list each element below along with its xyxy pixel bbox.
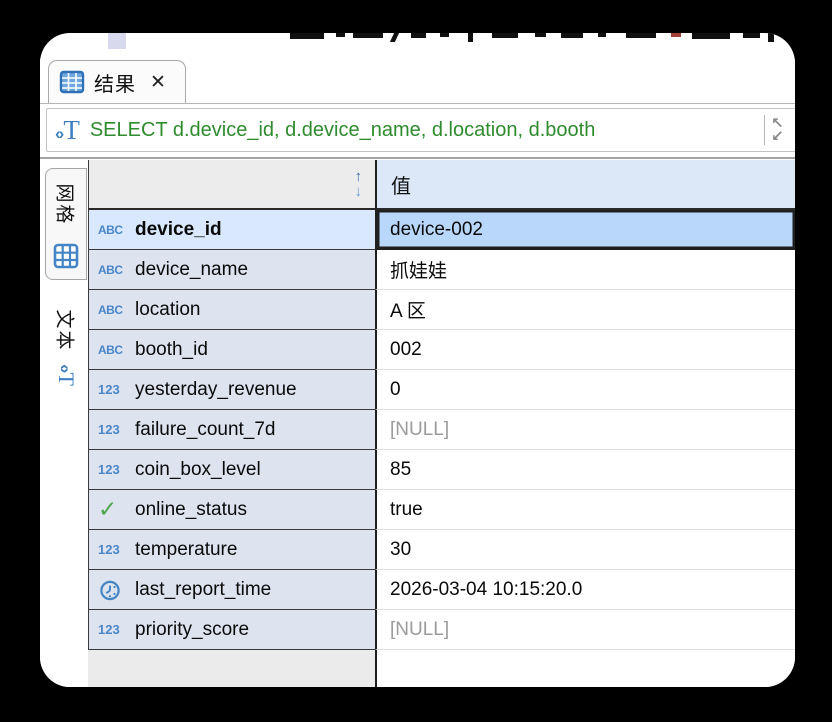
field-name-cell[interactable]: 123 temperature [88,530,375,570]
result-tabbar: 结果 ✕ [40,58,795,104]
field-name-cell[interactable]: ABC device_id [88,210,375,250]
field-name-cell[interactable]: 123 priority_score [88,610,375,650]
string-type-icon: ABC [98,343,135,357]
table-row[interactable]: ABC device_name 抓娃娃 [88,250,795,290]
clipped-scroll-remnant [108,33,126,49]
sort-icon[interactable]: ↑ ↓ [355,169,363,199]
number-type-icon: 123 [98,462,135,477]
field-name-label: yesterday_revenue [135,379,297,401]
presentation-sidebar: 网格 文本 ‹›T [40,159,88,687]
sql-text-icon: ‹›T [55,117,80,144]
field-value-text: 0 [390,379,401,401]
table-row[interactable]: 123 coin_box_level 85 [88,450,795,490]
field-name-cell[interactable]: 123 coin_box_level [88,450,375,490]
datetime-type-icon [98,578,135,602]
app-window: 结果 ✕ ‹›T SELECT d.device_id, d.device_na… [40,33,795,687]
number-type-icon: 123 [98,542,135,557]
number-type-icon: 123 [98,622,135,637]
value-column-header[interactable]: 值 [375,160,795,210]
field-name-label: location [135,299,201,321]
field-value-cell[interactable]: 0 [375,370,795,410]
table-row[interactable]: 123 yesterday_revenue 0 [88,370,795,410]
name-column-header[interactable]: ↑ ↓ [88,160,375,210]
number-type-icon: 123 [98,422,135,437]
field-value-text: 30 [390,539,411,561]
grid-header-row: ↑ ↓ 值 [88,160,795,210]
field-name-label: online_status [135,499,247,521]
boolean-type-icon: ✓ [98,498,135,521]
field-name-label: device_id [135,219,222,241]
sql-statement-bar[interactable]: ‹›T SELECT d.device_id, d.device_name, d… [46,108,795,152]
field-name-label: last_report_time [135,579,271,601]
panel-separator [40,157,795,159]
sidebar-tab-grid-label: 网格 [53,183,80,225]
string-type-icon: ABC [98,223,135,237]
table-row[interactable]: ABC location A 区 [88,290,795,330]
field-name-label: device_name [135,259,248,281]
field-value-text: [NULL] [390,619,449,641]
table-row[interactable]: 123 temperature 30 [88,530,795,570]
field-value-text: true [390,499,423,521]
field-value-text: [NULL] [390,419,449,441]
field-name-cell[interactable]: 123 failure_count_7d [88,410,375,450]
table-row[interactable]: 123 failure_count_7d [NULL] [88,410,795,450]
record-grid: ↑ ↓ 值 ABC device_id device-002 ABC devic… [88,160,795,687]
field-name-cell[interactable]: ✓ online_status [88,490,375,530]
field-value-cell[interactable]: 抓娃娃 [375,250,795,290]
string-type-icon: ABC [98,303,135,317]
value-column-header-label: 值 [391,170,411,199]
field-value-cell[interactable]: [NULL] [375,410,795,450]
field-name-label: coin_box_level [135,459,261,481]
tab-close-icon[interactable]: ✕ [150,73,166,92]
table-row[interactable]: last_report_time 2026-03-04 10:15:20.0 [88,570,795,610]
sqlbar-divider [764,115,766,145]
sql-text-icon: ‹›T [55,364,77,386]
table-row[interactable]: ✓ online_status true [88,490,795,530]
field-value-text: 2026-03-04 10:15:20.0 [390,579,582,601]
field-name-label: failure_count_7d [135,419,276,441]
string-type-icon: ABC [98,263,135,277]
table-row[interactable]: 123 priority_score [NULL] [88,610,795,650]
sql-statement-text: SELECT d.device_id, d.device_name, d.loc… [90,119,764,142]
field-value-cell[interactable]: 2026-03-04 10:15:20.0 [375,570,795,610]
field-name-cell[interactable]: ABC location [88,290,375,330]
tab-results-label: 结果 [94,68,136,97]
field-value-text: 002 [390,339,422,361]
grid-empty-area [88,650,795,687]
field-name-label: priority_score [135,619,249,641]
field-name-cell[interactable]: ABC device_name [88,250,375,290]
field-name-cell[interactable]: ABC booth_id [88,330,375,370]
field-value-text: A 区 [390,296,426,323]
screenshot-stage: 结果 ✕ ‹›T SELECT d.device_id, d.device_na… [0,0,832,722]
grid-rows: ABC device_id device-002 ABC device_name… [88,210,795,650]
field-value-cell[interactable]: 85 [375,450,795,490]
field-value-cell[interactable]: A 区 [375,290,795,330]
datetime-icon [98,578,122,602]
field-value-cell[interactable]: 30 [375,530,795,570]
field-value-text: device-002 [390,219,483,241]
sidebar-tab-text-label: 文本 [53,309,80,351]
table-row[interactable]: ABC booth_id 002 [88,330,795,370]
clipped-text-fragments [40,33,795,51]
table-row[interactable]: ABC device_id device-002 [88,210,795,250]
expand-panel-icon[interactable]: ↖ ↙ [771,117,795,143]
field-value-cell[interactable]: [NULL] [375,610,795,650]
sidebar-tab-text[interactable]: 文本 ‹›T [45,293,87,398]
number-type-icon: 123 [98,382,135,397]
field-value-cell[interactable]: true [375,490,795,530]
sidebar-tab-grid[interactable]: 网格 [45,168,87,280]
field-value-text: 抓娃娃 [390,256,447,283]
field-value-cell[interactable]: 002 [375,330,795,370]
result-grid-icon [59,70,85,94]
tab-results[interactable]: 结果 ✕ [48,60,186,103]
field-value-cell[interactable]: device-002 [375,210,795,250]
field-value-text: 85 [390,459,411,481]
field-name-cell[interactable]: 123 yesterday_revenue [88,370,375,410]
field-name-label: temperature [135,539,237,561]
field-name-cell[interactable]: last_report_time [88,570,375,610]
field-name-label: booth_id [135,339,208,361]
grid-icon [53,243,79,269]
